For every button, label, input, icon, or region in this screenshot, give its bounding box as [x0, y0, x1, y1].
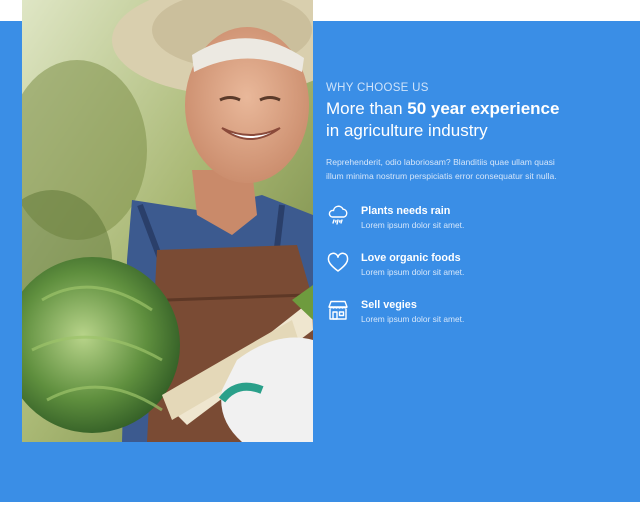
headline-prefix: More than [326, 99, 408, 118]
feature-sell-vegies: Sell vegies Lorem ipsum dolor sit amet. [326, 299, 626, 346]
feature-plants-needs-rain: Plants needs rain Lorem ipsum dolor sit … [326, 205, 626, 252]
feature-love-organic-foods: Love organic foods Lorem ipsum dolor sit… [326, 252, 626, 299]
rain-cloud-icon [326, 204, 350, 228]
feature-list: Plants needs rain Lorem ipsum dolor sit … [326, 205, 626, 346]
headline-bold: 50 year experience [407, 99, 560, 118]
section-description: Reprehenderit, odio laboriosam? Blanditi… [326, 157, 557, 181]
farmer-photo [22, 0, 313, 442]
feature-text: Lorem ipsum dolor sit amet. [361, 267, 465, 277]
feature-text: Lorem ipsum dolor sit amet. [361, 220, 465, 230]
heart-icon [326, 251, 350, 275]
section-headline: More than 50 year experience in agricult… [326, 98, 626, 142]
why-choose-us-content: WHY CHOOSE US More than 50 year experien… [326, 82, 626, 346]
feature-title: Sell vegies [361, 299, 417, 311]
headline-suffix: in agriculture industry [326, 121, 488, 140]
feature-text: Lorem ipsum dolor sit amet. [361, 314, 465, 324]
feature-title: Love organic foods [361, 252, 461, 264]
shop-icon [326, 298, 350, 322]
feature-title: Plants needs rain [361, 205, 451, 217]
section-eyebrow: WHY CHOOSE US [326, 82, 429, 94]
